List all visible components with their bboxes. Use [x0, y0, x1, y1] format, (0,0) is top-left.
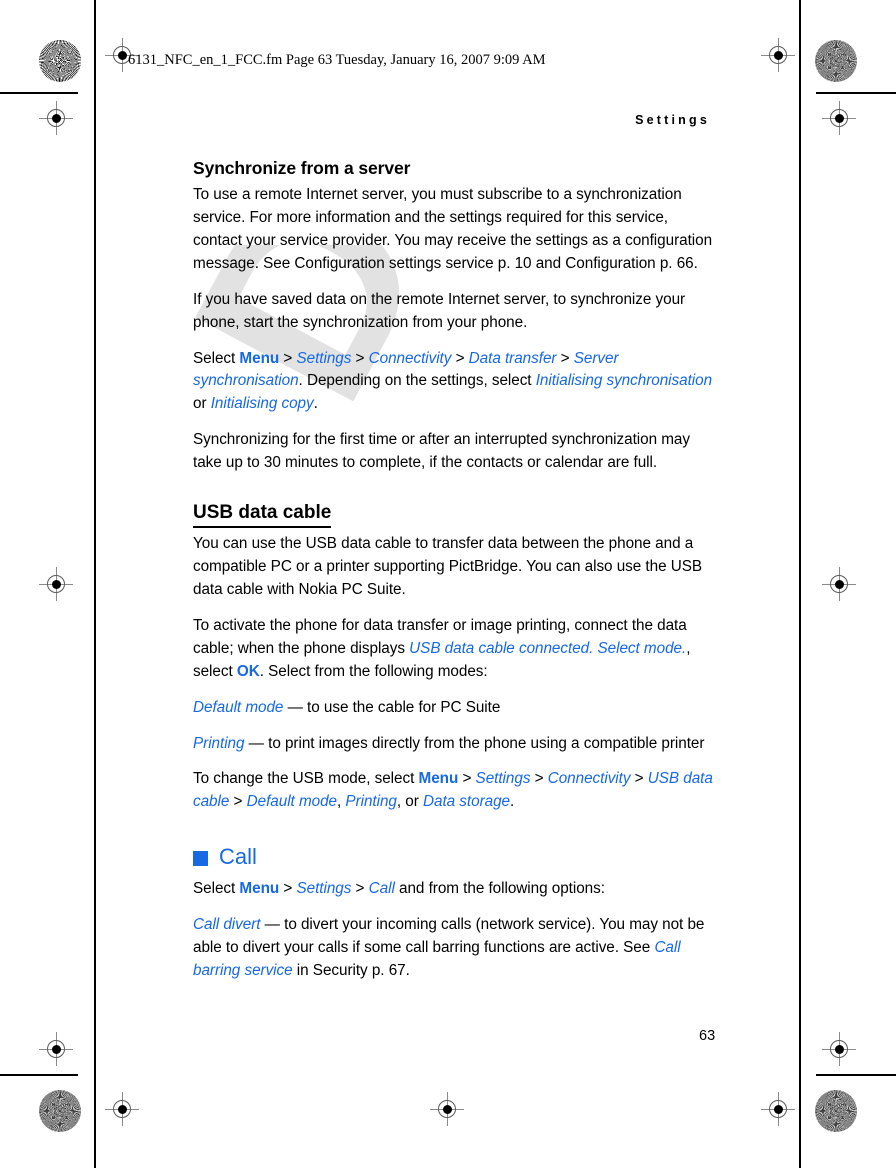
option-call-divert-label: Call divert	[193, 915, 261, 933]
paragraph-change-usb-mode: To change the USB mode, select Menu > Se…	[193, 768, 715, 814]
menu-path-menu: Menu	[239, 349, 280, 367]
menu-path-data-storage: Data storage	[423, 793, 510, 811]
option-initialising-synchronisation: Initialising synchronisation	[535, 372, 713, 390]
call-select-tail: and from the following options:	[399, 879, 605, 897]
paragraph-sync-duration: Synchronizing for the first time or afte…	[193, 431, 690, 472]
crop-line-top-right	[816, 92, 896, 94]
ok-softkey-label: OK	[236, 662, 260, 680]
menu-path-connectivity: Connectivity	[547, 770, 631, 788]
path-separator: >	[634, 770, 644, 788]
registration-target-bottom-right-inner	[761, 1092, 795, 1126]
path-separator: >	[534, 770, 544, 788]
paragraph-mode-default: Default mode — to use the cable for PC S…	[193, 697, 715, 720]
conjunction-or: or	[193, 395, 207, 413]
path-separator: >	[355, 349, 365, 367]
crop-line-left-vertical	[94, 0, 96, 1168]
call-divert-description-part1: — to divert your incoming calls (network…	[193, 915, 705, 956]
running-head-chapter: Settings	[635, 113, 710, 127]
path-or: , or	[396, 793, 419, 811]
menu-path-default-mode: Default mode	[246, 793, 338, 811]
paragraph-sync-remote-server: To use a remote Internet server, you mus…	[193, 185, 713, 272]
menu-path-printing: Printing	[345, 793, 397, 811]
path-tail-depending: . Depending on the settings, select	[298, 372, 532, 390]
registration-target-bottom-center	[430, 1092, 464, 1126]
paragraph-call-divert: Call divert — to divert your incoming ca…	[193, 914, 715, 983]
heading-call: Call	[193, 844, 715, 870]
call-divert-description-part2: in Security p. 67.	[296, 961, 410, 979]
paragraph-usb-overview: You can use the USB data cable to transf…	[193, 534, 703, 598]
path-separator: >	[233, 793, 243, 811]
crop-line-right-vertical	[799, 0, 801, 1168]
resolution-starburst-bottom-left	[39, 1090, 81, 1132]
sentence-period: .	[313, 395, 318, 413]
registration-target-upper-right-outer	[822, 101, 856, 135]
select-label: Select	[193, 349, 236, 367]
menu-path-settings: Settings	[296, 349, 352, 367]
path-separator: >	[455, 349, 465, 367]
usb-connected-message: USB data cable connected. Select mode.	[409, 639, 687, 657]
menu-path-call: Call	[368, 879, 395, 897]
select-label: Select	[193, 879, 236, 897]
menu-path-data-transfer: Data transfer	[468, 349, 557, 367]
paragraph-sync-saved-data: If you have saved data on the remote Int…	[193, 290, 686, 331]
registration-target-top-right-inner	[761, 38, 795, 72]
resolution-starburst-top-left	[39, 40, 81, 82]
path-separator: >	[560, 349, 570, 367]
mode-printing-description: — to print images directly from the phon…	[248, 734, 705, 752]
paragraph-call-menu-path: Select Menu > Settings > Call and from t…	[193, 878, 715, 901]
registration-target-middle-left	[39, 567, 73, 601]
usb-activate-tail: . Select from the following modes:	[259, 662, 488, 680]
menu-path-settings: Settings	[296, 879, 352, 897]
registration-target-bottom-left-inner	[105, 1092, 139, 1126]
path-comma: ,	[337, 793, 342, 811]
crop-line-top-left	[0, 92, 78, 94]
framemaker-file-header: 6131_NFC_en_1_FCC.fm Page 63 Tuesday, Ja…	[128, 52, 546, 68]
resolution-starburst-top-right	[815, 40, 857, 82]
registration-target-lower-right-outer	[822, 1032, 856, 1066]
crop-line-bottom-left	[0, 1074, 78, 1076]
path-separator: >	[283, 349, 293, 367]
path-separator: >	[283, 879, 293, 897]
page-number: 63	[699, 1028, 716, 1044]
menu-path-menu: Menu	[239, 879, 280, 897]
option-initialising-copy: Initialising copy	[210, 395, 314, 413]
paragraph-usb-activate: To activate the phone for data transfer …	[193, 615, 715, 684]
resolution-starburst-bottom-right	[815, 1090, 857, 1132]
paragraph-mode-printing: Printing — to print images directly from…	[193, 733, 715, 756]
heading-call-label: Call	[219, 844, 257, 870]
registration-target-middle-right	[822, 567, 856, 601]
path-separator: >	[462, 770, 472, 788]
mode-default-label: Default mode	[193, 698, 284, 716]
registration-target-upper-left-outer	[39, 101, 73, 135]
chapter-bullet-square-icon	[193, 851, 208, 866]
menu-path-settings: Settings	[475, 770, 531, 788]
change-usb-lead: To change the USB mode, select	[193, 770, 415, 788]
menu-path-menu: Menu	[418, 770, 459, 788]
mode-default-description: — to use the cable for PC Suite	[287, 698, 501, 716]
menu-path-connectivity: Connectivity	[368, 349, 452, 367]
path-separator: >	[355, 879, 365, 897]
crop-line-bottom-right	[816, 1074, 896, 1076]
paragraph-sync-menu-path: Select Menu > Settings > Connectivity > …	[193, 348, 715, 417]
mode-printing-label: Printing	[193, 734, 245, 752]
heading-synchronize-from-a-server: Synchronize from a server	[193, 158, 411, 178]
sentence-period: .	[509, 793, 515, 811]
page-body: Synchronize from a server To use a remot…	[193, 158, 715, 995]
registration-target-lower-left-outer	[39, 1032, 73, 1066]
heading-usb-data-cable: USB data cable	[193, 501, 332, 528]
heading-usb-data-cable-wrap: USB data cable	[193, 501, 715, 528]
